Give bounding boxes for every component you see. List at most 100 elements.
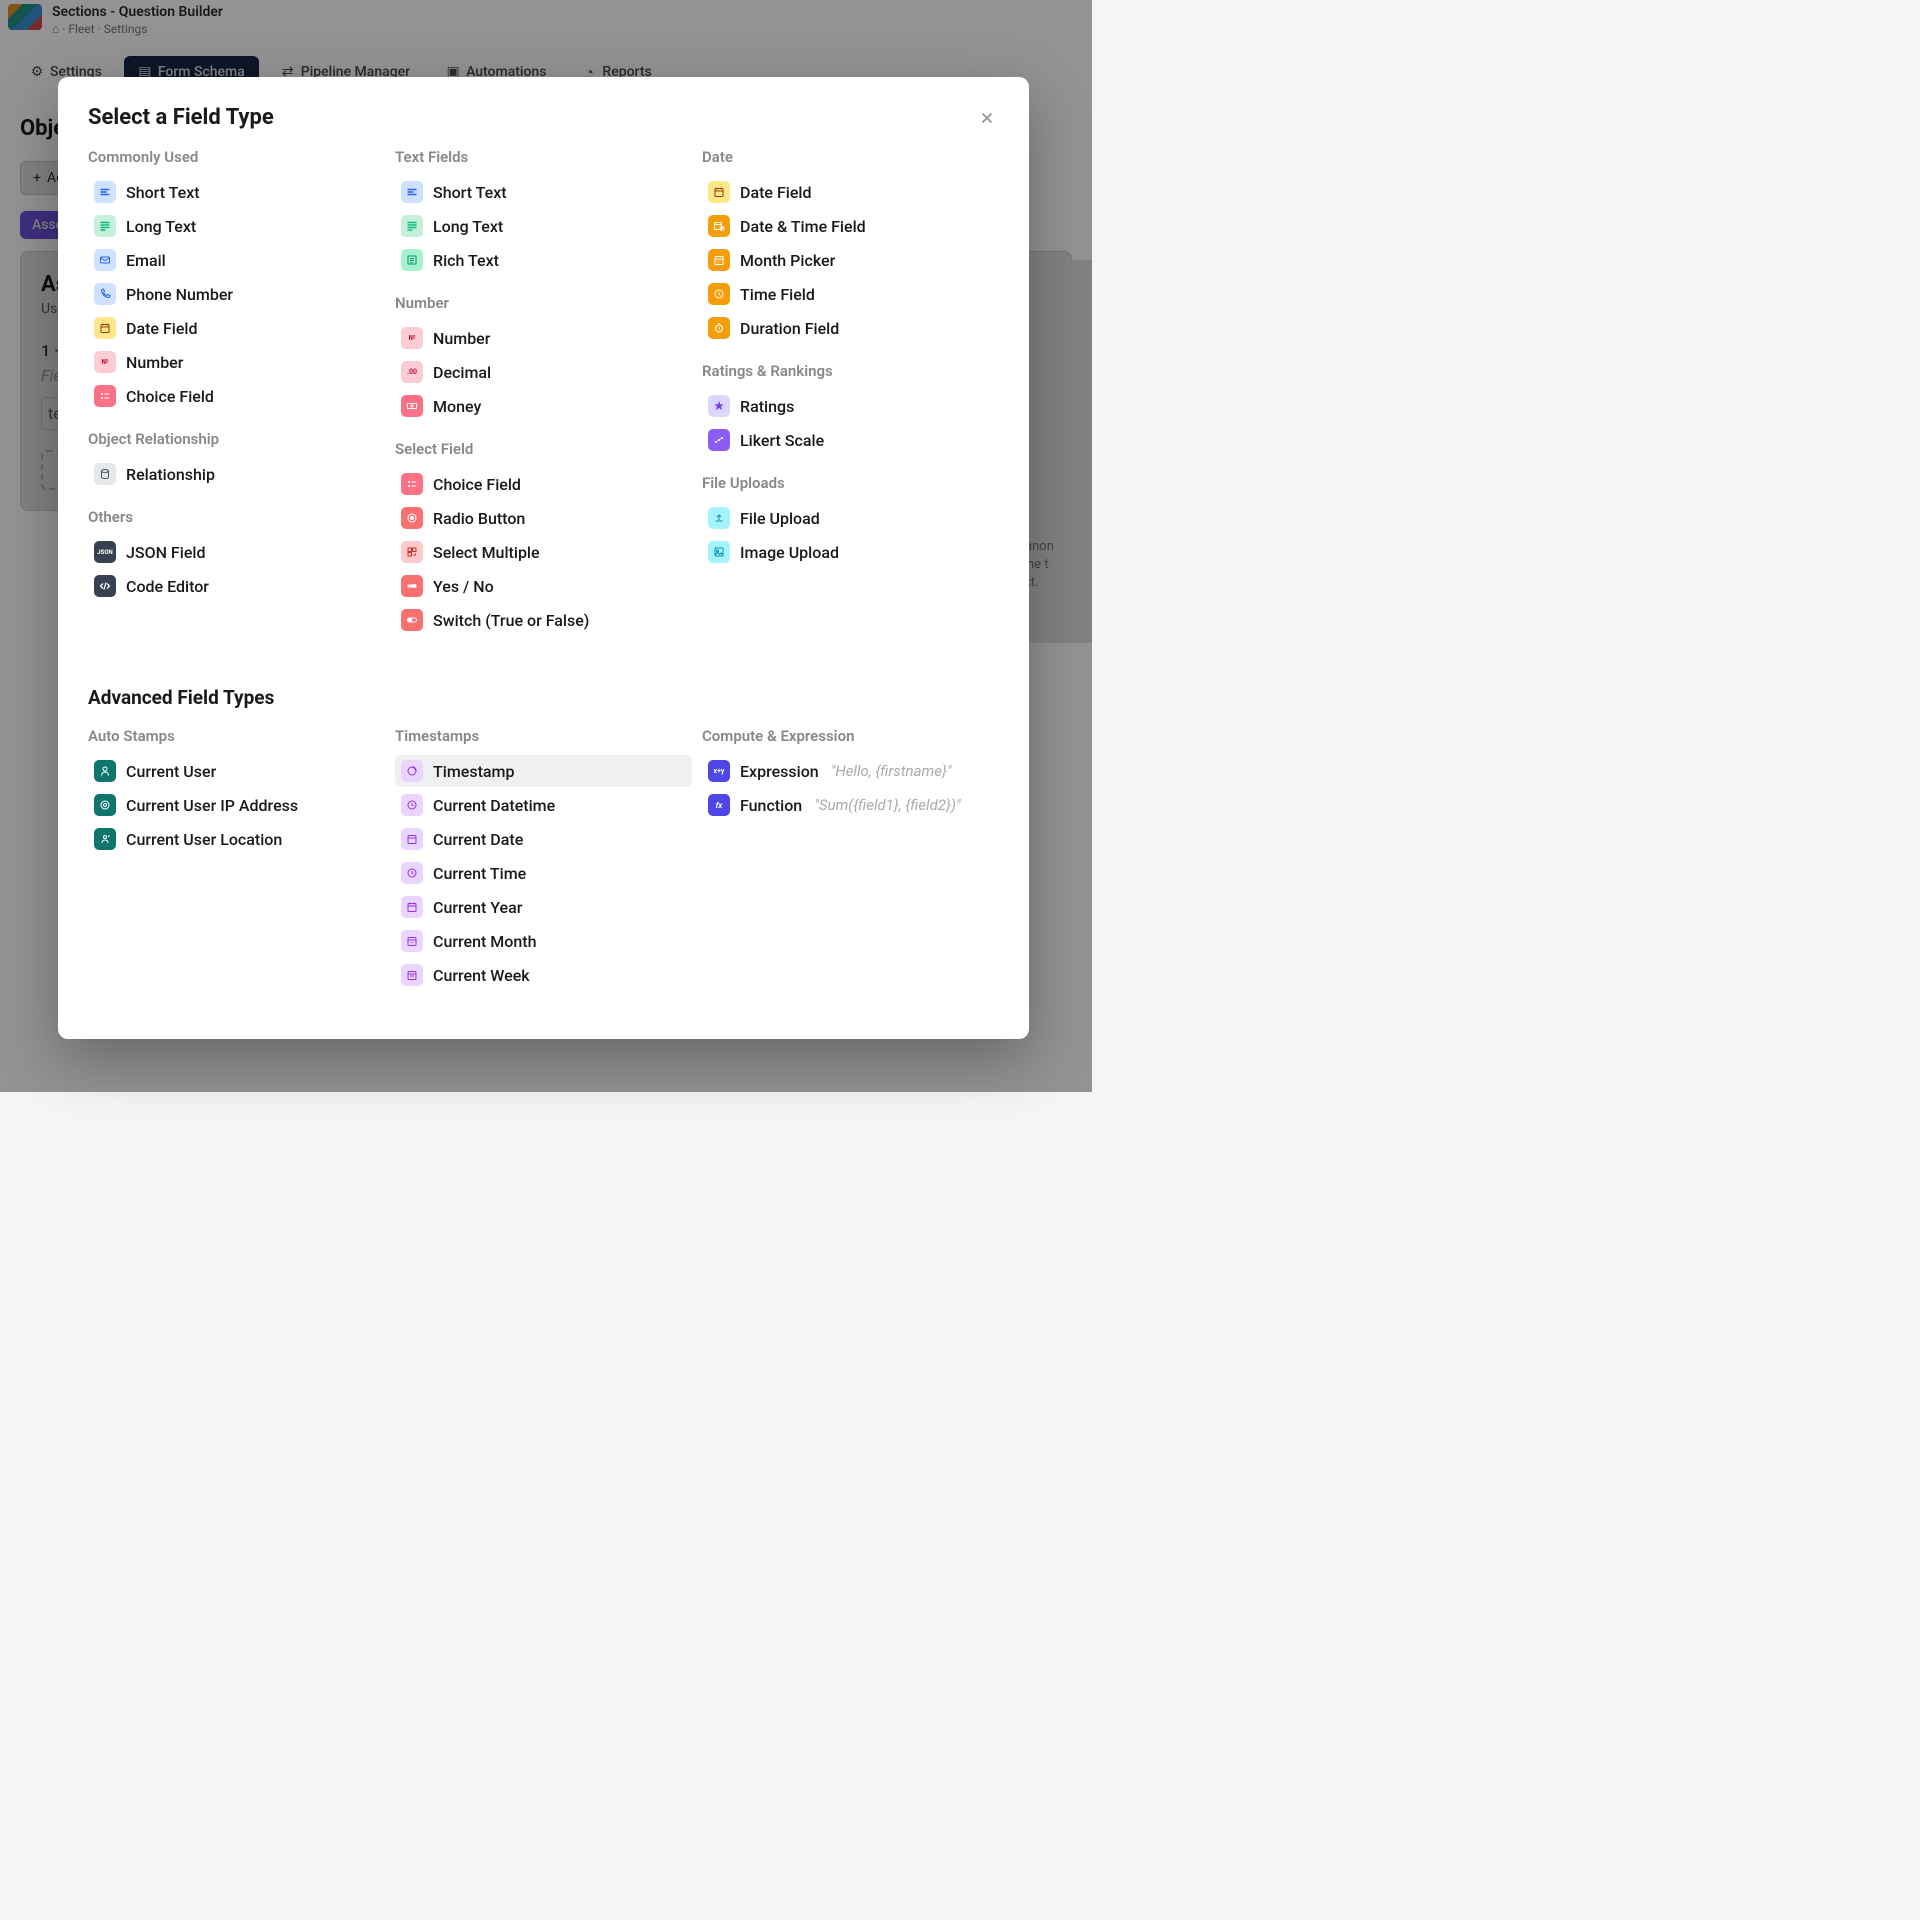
- field-label: Current Time: [433, 864, 526, 883]
- choice-icon: [94, 385, 116, 407]
- field-label: Email: [126, 251, 166, 270]
- group-title-ratings: Ratings & Rankings: [702, 362, 999, 380]
- relationship-icon: [94, 463, 116, 485]
- field-current-week[interactable]: Current Week: [395, 959, 692, 991]
- field-relationship[interactable]: Relationship: [88, 458, 385, 490]
- field-label: Image Upload: [740, 543, 839, 562]
- field-date[interactable]: Date Field: [88, 312, 385, 344]
- field-label: Current User IP Address: [126, 796, 298, 815]
- datetime-now-icon: [401, 794, 423, 816]
- field-long-text[interactable]: Long Text: [88, 210, 385, 242]
- field-label: Date Field: [126, 319, 198, 338]
- json-icon: JSON: [94, 541, 116, 563]
- field-short-text-2[interactable]: Short Text: [395, 176, 692, 208]
- field-current-datetime[interactable]: Current Datetime: [395, 789, 692, 821]
- field-label: Current Datetime: [433, 796, 555, 815]
- date-now-icon: [401, 828, 423, 850]
- field-expression[interactable]: x+yExpression"Hello, {firstname}": [702, 755, 999, 787]
- short-text-icon: [401, 181, 423, 203]
- field-label: Timestamp: [433, 762, 514, 781]
- number-icon: №: [401, 327, 423, 349]
- field-short-text[interactable]: Short Text: [88, 176, 385, 208]
- field-time[interactable]: Time Field: [702, 278, 999, 310]
- field-phone[interactable]: Phone Number: [88, 278, 385, 310]
- group-title-compute: Compute & Expression: [702, 727, 999, 745]
- field-datetime[interactable]: Date & Time Field: [702, 210, 999, 242]
- advanced-section-title: Advanced Field Types: [88, 686, 999, 709]
- field-label: Short Text: [126, 183, 200, 202]
- field-json[interactable]: JSON JSON Field: [88, 536, 385, 568]
- rich-text-icon: [401, 249, 423, 271]
- field-radio[interactable]: Radio Button: [395, 502, 692, 534]
- field-current-year[interactable]: Current Year: [395, 891, 692, 923]
- field-label: Current Year: [433, 898, 522, 917]
- time-icon: [708, 283, 730, 305]
- field-label: Date Field: [740, 183, 812, 202]
- field-label: Duration Field: [740, 319, 839, 338]
- field-choice[interactable]: Choice Field: [395, 468, 692, 500]
- field-label: Long Text: [126, 217, 196, 236]
- field-money[interactable]: Money: [395, 390, 692, 422]
- field-label: Function: [740, 796, 802, 815]
- field-date-2[interactable]: Date Field: [702, 176, 999, 208]
- field-yes-no[interactable]: Yes / No: [395, 570, 692, 602]
- field-image-upload[interactable]: Image Upload: [702, 536, 999, 568]
- date-icon: [94, 317, 116, 339]
- field-duration[interactable]: Duration Field: [702, 312, 999, 344]
- week-icon: [401, 964, 423, 986]
- field-label: Current User Location: [126, 830, 282, 849]
- group-title-date: Date: [702, 148, 999, 166]
- field-likert[interactable]: Likert Scale: [702, 424, 999, 456]
- field-function[interactable]: fxFunction"Sum({field1}, {field2})": [702, 789, 999, 821]
- long-text-icon: [94, 215, 116, 237]
- field-ratings[interactable]: Ratings: [702, 390, 999, 422]
- field-label: Current Month: [433, 932, 536, 951]
- field-current-date[interactable]: Current Date: [395, 823, 692, 855]
- function-icon: fx: [708, 794, 730, 816]
- group-title-commonly-used: Commonly Used: [88, 148, 385, 166]
- field-label: JSON Field: [126, 543, 205, 562]
- field-code-editor[interactable]: Code Editor: [88, 570, 385, 602]
- phone-icon: [94, 283, 116, 305]
- year-icon: [401, 896, 423, 918]
- field-month-picker[interactable]: Month Picker: [702, 244, 999, 276]
- field-email[interactable]: Email: [88, 244, 385, 276]
- star-icon: [708, 395, 730, 417]
- field-file-upload[interactable]: File Upload: [702, 502, 999, 534]
- select-multiple-icon: [401, 541, 423, 563]
- field-choice-common[interactable]: Choice Field: [88, 380, 385, 412]
- yes-no-icon: [401, 575, 423, 597]
- group-title-text-fields: Text Fields: [395, 148, 692, 166]
- field-decimal[interactable]: .00Decimal: [395, 356, 692, 388]
- field-current-ip[interactable]: Current User IP Address: [88, 789, 385, 821]
- duration-icon: [708, 317, 730, 339]
- field-number[interactable]: №Number: [395, 322, 692, 354]
- field-current-location[interactable]: Current User Location: [88, 823, 385, 855]
- field-rich-text[interactable]: Rich Text: [395, 244, 692, 276]
- short-text-icon: [94, 181, 116, 203]
- field-long-text-2[interactable]: Long Text: [395, 210, 692, 242]
- field-label: Short Text: [433, 183, 507, 202]
- field-label: Phone Number: [126, 285, 233, 304]
- field-current-time[interactable]: Current Time: [395, 857, 692, 889]
- date-icon: [708, 181, 730, 203]
- switch-icon: [401, 609, 423, 631]
- location-icon: [94, 828, 116, 850]
- field-label: Decimal: [433, 363, 491, 382]
- field-timestamp[interactable]: Timestamp: [395, 755, 692, 787]
- field-select-multiple[interactable]: Select Multiple: [395, 536, 692, 568]
- field-label: Yes / No: [433, 577, 494, 596]
- field-label: Rich Text: [433, 251, 499, 270]
- field-label: Ratings: [740, 397, 794, 416]
- field-label: Code Editor: [126, 577, 209, 596]
- field-number-common[interactable]: №Number: [88, 346, 385, 378]
- field-hint: "Hello, {firstname}": [831, 762, 952, 780]
- ip-icon: [94, 794, 116, 816]
- group-title-object-relationship: Object Relationship: [88, 430, 385, 448]
- close-button[interactable]: [975, 106, 999, 130]
- field-current-user[interactable]: Current User: [88, 755, 385, 787]
- field-label: Switch (True or False): [433, 611, 589, 630]
- field-current-month[interactable]: Current Month: [395, 925, 692, 957]
- field-type-modal: Select a Field Type Commonly Used Short …: [58, 77, 1029, 1039]
- field-switch[interactable]: Switch (True or False): [395, 604, 692, 636]
